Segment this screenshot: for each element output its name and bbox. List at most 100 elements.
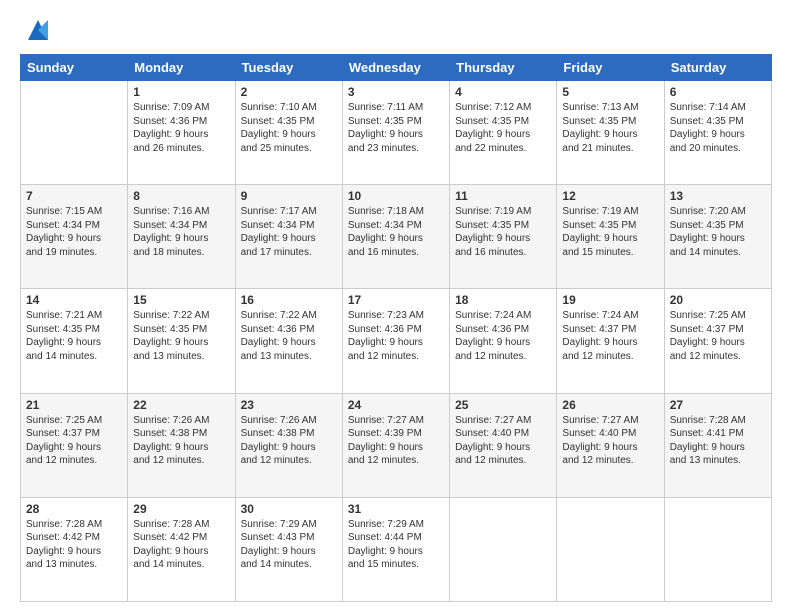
day-number: 15 — [133, 293, 229, 307]
cell-info: Sunrise: 7:24 AM Sunset: 4:36 PM Dayligh… — [455, 309, 551, 363]
day-number: 3 — [348, 85, 444, 99]
cell-info: Sunrise: 7:26 AM Sunset: 4:38 PM Dayligh… — [241, 414, 337, 468]
cell-info: Sunrise: 7:17 AM Sunset: 4:34 PM Dayligh… — [241, 205, 337, 259]
cell-info: Sunrise: 7:21 AM Sunset: 4:35 PM Dayligh… — [26, 309, 122, 363]
cell-info: Sunrise: 7:09 AM Sunset: 4:36 PM Dayligh… — [133, 101, 229, 155]
cell-info: Sunrise: 7:14 AM Sunset: 4:35 PM Dayligh… — [670, 101, 766, 155]
weekday-header-thursday: Thursday — [450, 55, 557, 81]
calendar-week-2: 7 Sunrise: 7:15 AM Sunset: 4:34 PM Daylig… — [21, 185, 772, 289]
calendar-cell: 21 Sunrise: 7:25 AM Sunset: 4:37 PM Dayli… — [21, 393, 128, 497]
day-number: 2 — [241, 85, 337, 99]
calendar-cell: 13 Sunrise: 7:20 AM Sunset: 4:35 PM Dayli… — [664, 185, 771, 289]
day-number: 16 — [241, 293, 337, 307]
day-number: 8 — [133, 189, 229, 203]
day-number: 12 — [562, 189, 658, 203]
calendar-cell: 31 Sunrise: 7:29 AM Sunset: 4:44 PM Dayli… — [342, 497, 449, 601]
calendar-cell: 24Sunrise: 7:27 AM Sunset: 4:39 PM Dayli… — [342, 393, 449, 497]
weekday-header-sunday: Sunday — [21, 55, 128, 81]
day-number: 6 — [670, 85, 766, 99]
day-number: 24 — [348, 398, 444, 412]
calendar-cell: 5 Sunrise: 7:13 AM Sunset: 4:35 PM Daylig… — [557, 81, 664, 185]
calendar-cell: 11 Sunrise: 7:19 AM Sunset: 4:35 PM Dayli… — [450, 185, 557, 289]
cell-info: Sunrise: 7:27 AM Sunset: 4:40 PM Dayligh… — [455, 414, 551, 468]
cell-info: Sunrise: 7:29 AM Sunset: 4:43 PM Dayligh… — [241, 518, 337, 572]
calendar-cell: 1 Sunrise: 7:09 AM Sunset: 4:36 PM Daylig… — [128, 81, 235, 185]
cell-info: Sunrise: 7:25 AM Sunset: 4:37 PM Dayligh… — [26, 414, 122, 468]
header — [20, 16, 772, 44]
calendar-week-5: 28Sunrise: 7:28 AM Sunset: 4:42 PM Dayli… — [21, 497, 772, 601]
calendar-week-3: 14 Sunrise: 7:21 AM Sunset: 4:35 PM Dayli… — [21, 289, 772, 393]
calendar-cell: 17 Sunrise: 7:23 AM Sunset: 4:36 PM Dayli… — [342, 289, 449, 393]
day-number: 20 — [670, 293, 766, 307]
cell-info: Sunrise: 7:18 AM Sunset: 4:34 PM Dayligh… — [348, 205, 444, 259]
cell-info: Sunrise: 7:19 AM Sunset: 4:35 PM Dayligh… — [455, 205, 551, 259]
cell-info: Sunrise: 7:22 AM Sunset: 4:36 PM Dayligh… — [241, 309, 337, 363]
calendar-table: SundayMondayTuesdayWednesdayThursdayFrid… — [20, 54, 772, 602]
cell-info: Sunrise: 7:20 AM Sunset: 4:35 PM Dayligh… — [670, 205, 766, 259]
page: SundayMondayTuesdayWednesdayThursdayFrid… — [0, 0, 792, 612]
day-number: 1 — [133, 85, 229, 99]
day-number: 14 — [26, 293, 122, 307]
cell-info: Sunrise: 7:25 AM Sunset: 4:37 PM Dayligh… — [670, 309, 766, 363]
day-number: 18 — [455, 293, 551, 307]
cell-info: Sunrise: 7:23 AM Sunset: 4:36 PM Dayligh… — [348, 309, 444, 363]
calendar-cell: 15Sunrise: 7:22 AM Sunset: 4:35 PM Dayli… — [128, 289, 235, 393]
day-number: 13 — [670, 189, 766, 203]
day-number: 7 — [26, 189, 122, 203]
calendar-cell: 9 Sunrise: 7:17 AM Sunset: 4:34 PM Daylig… — [235, 185, 342, 289]
cell-info: Sunrise: 7:28 AM Sunset: 4:42 PM Dayligh… — [26, 518, 122, 572]
cell-info: Sunrise: 7:28 AM Sunset: 4:41 PM Dayligh… — [670, 414, 766, 468]
logo-icon — [24, 16, 52, 44]
weekday-header-monday: Monday — [128, 55, 235, 81]
day-number: 4 — [455, 85, 551, 99]
cell-info: Sunrise: 7:28 AM Sunset: 4:42 PM Dayligh… — [133, 518, 229, 572]
calendar-cell: 6 Sunrise: 7:14 AM Sunset: 4:35 PM Daylig… — [664, 81, 771, 185]
day-number: 9 — [241, 189, 337, 203]
calendar-cell: 30 Sunrise: 7:29 AM Sunset: 4:43 PM Dayli… — [235, 497, 342, 601]
day-number: 17 — [348, 293, 444, 307]
cell-info: Sunrise: 7:26 AM Sunset: 4:38 PM Dayligh… — [133, 414, 229, 468]
cell-info: Sunrise: 7:10 AM Sunset: 4:35 PM Dayligh… — [241, 101, 337, 155]
day-number: 21 — [26, 398, 122, 412]
calendar-cell — [664, 497, 771, 601]
calendar-cell: 16 Sunrise: 7:22 AM Sunset: 4:36 PM Dayli… — [235, 289, 342, 393]
cell-info: Sunrise: 7:19 AM Sunset: 4:35 PM Dayligh… — [562, 205, 658, 259]
cell-info: Sunrise: 7:29 AM Sunset: 4:44 PM Dayligh… — [348, 518, 444, 572]
day-number: 30 — [241, 502, 337, 516]
cell-info: Sunrise: 7:15 AM Sunset: 4:34 PM Dayligh… — [26, 205, 122, 259]
day-number: 10 — [348, 189, 444, 203]
calendar-cell: 10 Sunrise: 7:18 AM Sunset: 4:34 PM Dayli… — [342, 185, 449, 289]
calendar-cell: 7 Sunrise: 7:15 AM Sunset: 4:34 PM Daylig… — [21, 185, 128, 289]
calendar-cell: 26Sunrise: 7:27 AM Sunset: 4:40 PM Dayli… — [557, 393, 664, 497]
day-number: 19 — [562, 293, 658, 307]
calendar-cell: 29 Sunrise: 7:28 AM Sunset: 4:42 PM Dayli… — [128, 497, 235, 601]
calendar-cell: 22 Sunrise: 7:26 AM Sunset: 4:38 PM Dayli… — [128, 393, 235, 497]
cell-info: Sunrise: 7:13 AM Sunset: 4:35 PM Dayligh… — [562, 101, 658, 155]
weekday-header-tuesday: Tuesday — [235, 55, 342, 81]
calendar-cell: 27 Sunrise: 7:28 AM Sunset: 4:41 PM Dayli… — [664, 393, 771, 497]
day-number: 27 — [670, 398, 766, 412]
weekday-header-wednesday: Wednesday — [342, 55, 449, 81]
calendar-cell: 25 Sunrise: 7:27 AM Sunset: 4:40 PM Dayli… — [450, 393, 557, 497]
cell-info: Sunrise: 7:16 AM Sunset: 4:34 PM Dayligh… — [133, 205, 229, 259]
calendar-cell: 12 Sunrise: 7:19 AM Sunset: 4:35 PM Dayli… — [557, 185, 664, 289]
calendar-cell: 14 Sunrise: 7:21 AM Sunset: 4:35 PM Dayli… — [21, 289, 128, 393]
calendar-cell — [450, 497, 557, 601]
day-number: 22 — [133, 398, 229, 412]
weekday-header-saturday: Saturday — [664, 55, 771, 81]
day-number: 25 — [455, 398, 551, 412]
calendar-cell: 18 Sunrise: 7:24 AM Sunset: 4:36 PM Dayli… — [450, 289, 557, 393]
logo — [20, 16, 52, 44]
day-number: 5 — [562, 85, 658, 99]
day-number: 11 — [455, 189, 551, 203]
cell-info: Sunrise: 7:24 AM Sunset: 4:37 PM Dayligh… — [562, 309, 658, 363]
calendar-cell: 28Sunrise: 7:28 AM Sunset: 4:42 PM Dayli… — [21, 497, 128, 601]
calendar-cell: 20 Sunrise: 7:25 AM Sunset: 4:37 PM Dayli… — [664, 289, 771, 393]
weekday-header-friday: Friday — [557, 55, 664, 81]
day-number: 29 — [133, 502, 229, 516]
calendar-week-4: 21 Sunrise: 7:25 AM Sunset: 4:37 PM Dayli… — [21, 393, 772, 497]
day-number: 31 — [348, 502, 444, 516]
calendar-cell — [557, 497, 664, 601]
cell-info: Sunrise: 7:12 AM Sunset: 4:35 PM Dayligh… — [455, 101, 551, 155]
calendar-cell — [21, 81, 128, 185]
